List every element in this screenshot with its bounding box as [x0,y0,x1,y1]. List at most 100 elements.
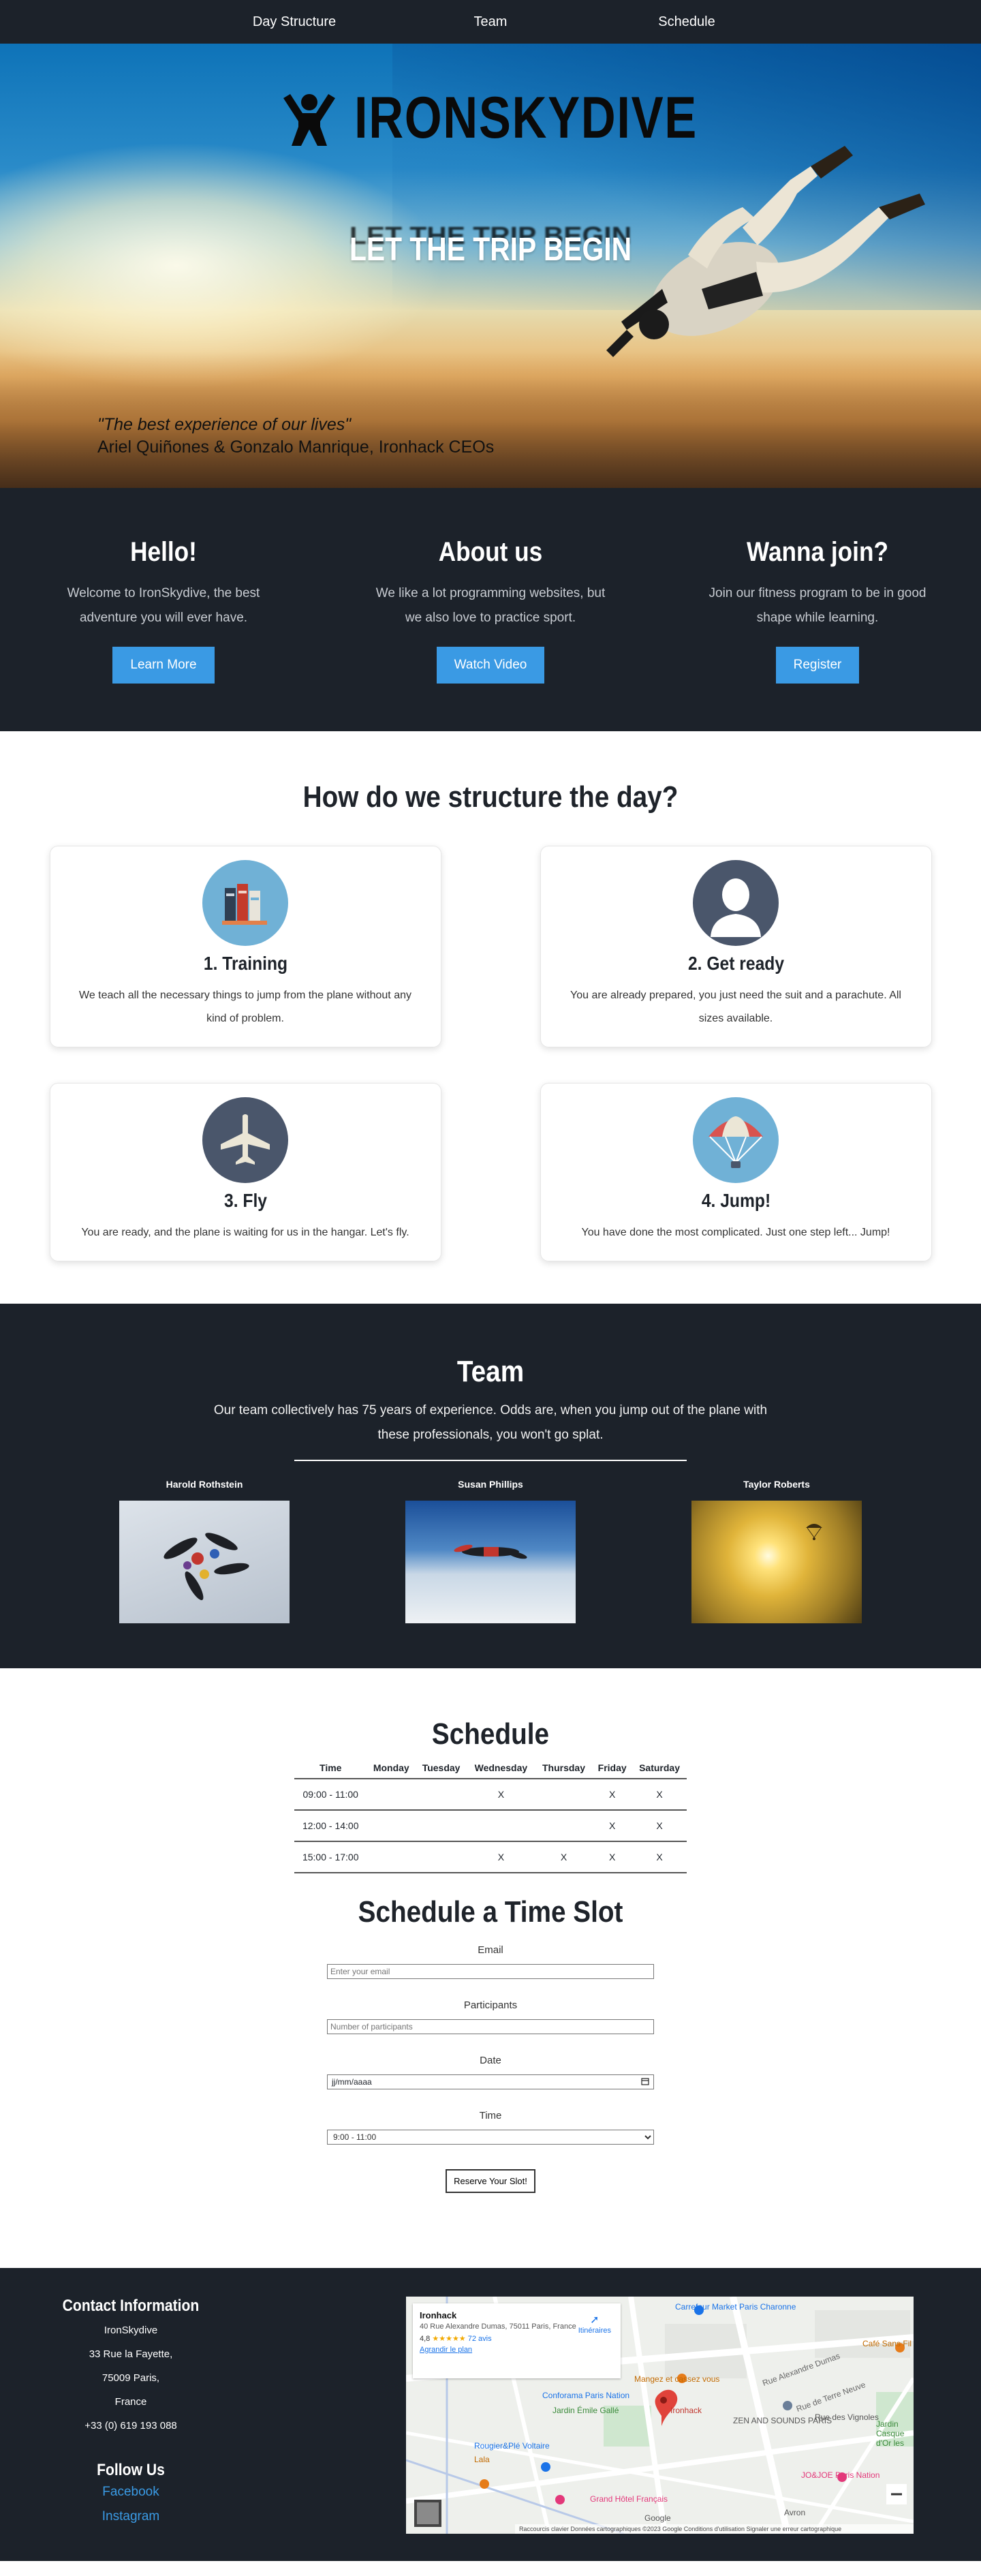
step-card-jump: 4. Jump! You have done the most complica… [540,1083,932,1261]
day-structure-title: How do we structure the day? [302,780,679,814]
participants-label: Participants [463,1999,518,2011]
intro-section: Hello! Welcome to IronSkydive, the best … [0,488,981,731]
register-button[interactable]: Register [775,647,860,684]
member-name: Taylor Roberts [743,1479,810,1490]
intro-hello-text: Welcome to IronSkydive, the best adventu… [67,586,260,625]
table-cell: X [467,1841,535,1873]
booking-form: Email Participants Date jj/mm/aaaa Time … [327,1944,654,2193]
phone-number: +33 (0) 619 193 088 [84,2420,177,2432]
step-text: You are ready, and the plane is waiting … [81,1227,409,1238]
schedule-section: Schedule Time Monday Tuesday Wednesday T… [0,1668,981,2268]
airplane-icon [202,1097,288,1183]
map-label: Mangez et cassez vous [634,2374,720,2384]
map-label: Carrefour Market Paris Charonne [675,2302,796,2312]
person-arms-up-icon [279,89,339,149]
date-field[interactable]: jj/mm/aaaa [327,2074,654,2089]
day-structure-section: How do we structure the day? 1. Training… [0,731,981,1304]
map-label: Avron [784,2508,806,2517]
email-field[interactable] [327,1964,654,1979]
address-line: IronSkydive [104,2325,158,2336]
step-text: You have done the most complicated. Just… [581,1227,890,1238]
embedded-map[interactable]: Ironhack 40 Rue Alexandre Dumas, 75011 P… [406,2297,914,2534]
star-rating-icon: ★★★★★ [432,2335,466,2343]
schedule-header-row: Time Monday Tuesday Wednesday Thursday F… [294,1757,687,1779]
map-google-logo: Google [644,2513,671,2523]
team-members: Harold Rothstein Susan Phillips Taylor R… [0,1479,981,1623]
date-label: Date [480,2055,501,2066]
table-cell [416,1809,467,1841]
map-reviews-link[interactable]: 72 avis [468,2335,492,2343]
participants-field[interactable] [327,2019,654,2034]
map-enlarge-link[interactable]: Agrandir le plan [420,2346,614,2354]
table-cell [535,1778,593,1810]
table-cell: X [632,1809,687,1841]
team-member: Taylor Roberts [634,1479,920,1623]
map-label: Café Sans Fil [862,2339,912,2348]
testimonial-author: Ariel Quiñones & Gonzalo Manrique, Ironh… [97,438,495,457]
map-directions[interactable]: ➚ Itinéraires [578,2313,611,2335]
map-label: Ironhack [670,2406,702,2415]
instagram-link[interactable]: Instagram [0,2504,262,2529]
step-card-get-ready: 2. Get ready You are already prepared, y… [540,846,932,1047]
team-description: Our team collectively has 75 years of ex… [213,1403,768,1442]
team-section: Team Our team collectively has 75 years … [0,1304,981,1668]
schedule-header: Friday [597,1762,627,1773]
map-label: JO&JOE Paris Nation [801,2470,880,2480]
nav-team[interactable]: Team [392,14,589,30]
parachute-icon [693,1097,779,1183]
address-line: 75009 Paris, [102,2372,160,2384]
map-label: Grand Hôtel Français [590,2494,668,2504]
team-title: Team [456,1355,525,1388]
step-card-fly: 3. Fly You are ready, and the plane is w… [49,1083,441,1261]
schedule-header: Saturday [639,1762,680,1773]
step-card-training: 1. Training We teach all the necessary t… [49,846,441,1047]
contact-address: IronSkydive 33 Rue la Fayette, 75009 Par… [0,2318,262,2438]
time-group: Time 9:00 - 11:00 [327,2110,654,2145]
testimonial-quote: "The best experience of our lives" [97,415,352,434]
nav-day-structure[interactable]: Day Structure [196,14,392,30]
nav-schedule[interactable]: Schedule [589,14,785,30]
map-label: Jardin Émile Gallé [552,2406,619,2415]
table-cell [367,1778,416,1810]
step-title: 3. Fly [223,1190,267,1211]
table-cell [416,1841,467,1873]
books-icon [202,860,288,946]
table-cell [467,1809,535,1841]
member-name: Susan Phillips [458,1479,523,1490]
skydiver-image [606,146,925,357]
map-rating: 4,8 ★★★★★ 72 avis [420,2334,614,2343]
table-cell: X [592,1809,633,1841]
schedule-header: Thursday [542,1762,585,1773]
table-cell: X [535,1841,593,1873]
table-row: 09:00 - 11:00 X X X [294,1778,687,1810]
contact-title: Contact Information [62,2297,200,2315]
time-label: Time [479,2110,502,2121]
team-divider [294,1460,687,1461]
team-member: Susan Phillips [347,1479,634,1623]
reserve-button[interactable]: Reserve Your Slot! [446,2169,535,2193]
table-row: 12:00 - 14:00 X X [294,1809,687,1841]
time-select[interactable]: 9:00 - 11:00 [327,2130,654,2145]
learn-more-button[interactable]: Learn More [112,647,215,684]
calendar-icon[interactable] [641,2077,649,2087]
table-cell: X [632,1778,687,1810]
step-text: You are already prepared, you just need … [570,990,901,1024]
watch-video-button[interactable]: Watch Video [436,647,545,684]
facebook-link[interactable]: Facebook [0,2480,262,2504]
email-label: Email [478,1944,503,1956]
table-cell [367,1841,416,1873]
table-cell: X [467,1778,535,1810]
intro-about-text: We like a lot programming websites, but … [375,586,606,625]
schedule-title: Schedule [431,1717,550,1751]
member-photo [405,1501,576,1623]
follow-title: Follow Us [97,2461,165,2479]
date-group: Date jj/mm/aaaa [327,2055,654,2089]
table-cell [367,1809,416,1841]
team-member: Harold Rothstein [61,1479,347,1623]
intro-join-text: Join our fitness program to be in good s… [708,586,926,625]
participants-group: Participants [327,1999,654,2034]
schedule-header: Wednesday [474,1762,528,1773]
map-place-card: Ironhack 40 Rue Alexandre Dumas, 75011 P… [413,2303,621,2378]
table-cell: 12:00 - 14:00 [294,1809,367,1841]
intro-join-title: Wanna join? [747,537,888,567]
